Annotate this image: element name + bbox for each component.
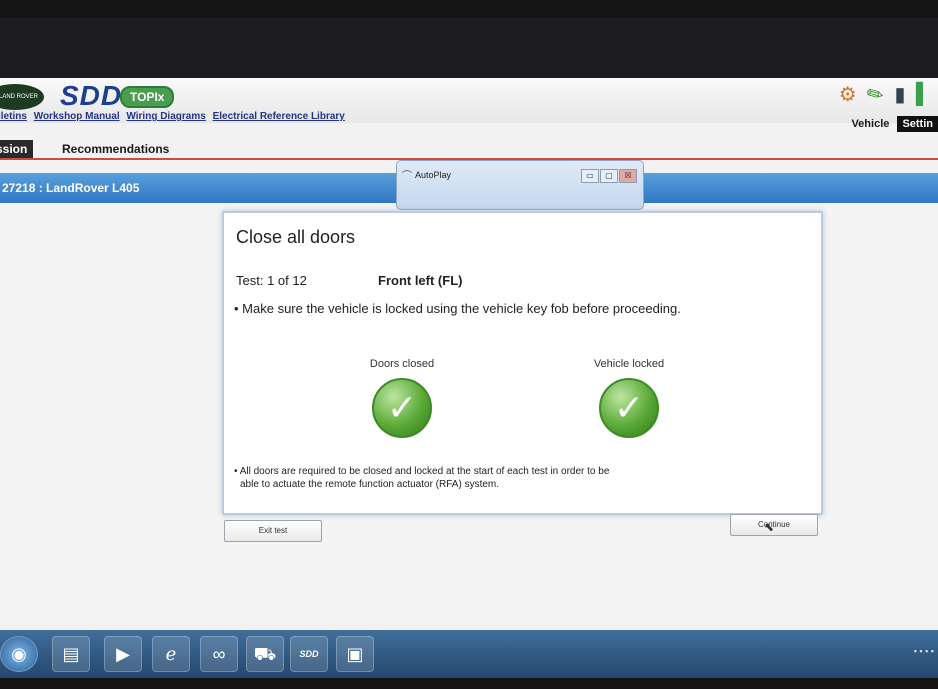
start-orb-icon[interactable]: ◉: [0, 636, 38, 672]
test-dialog: Close all doors Test: 1 of 12 Front left…: [222, 211, 823, 515]
land-rover-logo: LAND ROVER: [0, 84, 44, 110]
window-buttons: ▭ ▢ ☒: [580, 165, 637, 183]
ie-icon[interactable]: ℯ: [152, 636, 190, 672]
mouse-cursor-icon: ⬉: [764, 520, 775, 534]
tab-settings[interactable]: Settin: [897, 116, 938, 132]
close-button[interactable]: ☒: [619, 169, 637, 183]
sdd-link-icon[interactable]: ∞: [200, 636, 238, 672]
test-door-label: Front left (FL): [378, 273, 463, 288]
note-line-1: • All doors are required to be closed an…: [234, 466, 610, 477]
topix-logo[interactable]: TOPIx: [120, 86, 175, 108]
desktop-top-area: [0, 18, 938, 78]
dialog-title: Close all doors: [236, 227, 356, 247]
status-vehicle-locked: Vehicle locked ✓: [549, 358, 709, 438]
tab-session[interactable]: ssion: [0, 140, 34, 158]
check-icon: ✓: [599, 378, 659, 438]
autoplay-title: AutoPlay: [415, 170, 452, 180]
car-icon[interactable]: ⛟: [246, 636, 284, 672]
instruction-text: • Make sure the vehicle is locked using …: [234, 301, 681, 316]
exit-test-button[interactable]: Exit test: [224, 520, 322, 542]
test-counter: Test: 1 of 12: [236, 273, 307, 288]
app-header: LAND ROVER SDD TOPIx lletins Workshop Ma…: [0, 78, 938, 132]
note-text: • All doors are required to be closed an…: [234, 465, 794, 491]
status-doors-closed: Doors closed ✓: [322, 358, 482, 438]
tab-recommendations[interactable]: Recommendations: [56, 140, 175, 158]
minimize-button[interactable]: ▭: [581, 169, 599, 183]
status-label: Doors closed: [369, 358, 435, 370]
check-icon: ✓: [372, 378, 432, 438]
system-tray: ▪ ▪ ▪ ▪: [913, 646, 934, 656]
status-label: Vehicle locked: [593, 358, 665, 370]
nav-link-wiring-diagrams[interactable]: Wiring Diagrams: [126, 111, 205, 122]
nav-link-bulletins[interactable]: lletins: [0, 111, 27, 122]
explorer-icon[interactable]: ▤: [52, 636, 90, 672]
nav-link-workshop-manual[interactable]: Workshop Manual: [34, 111, 120, 122]
taskbar: ◉ ▤ ▶ ℯ ∞ ⛟ SDD ▣ ▪ ▪ ▪ ▪: [0, 630, 938, 678]
header-tabs: Vehicle Settin: [846, 116, 938, 132]
tab-vehicle[interactable]: Vehicle: [846, 116, 894, 132]
nav-link-electrical-reference-library[interactable]: Electrical Reference Library: [213, 111, 345, 122]
session-tabs: ssion Recommendations: [0, 140, 938, 160]
note-line-2: able to actuate the remote function actu…: [240, 479, 500, 490]
sdd-taskbar-button[interactable]: SDD: [290, 636, 328, 672]
maximize-button[interactable]: ▢: [600, 169, 618, 183]
header-icons: ⚙ ✎ ▮ ▌: [833, 79, 930, 109]
sdd-logo: SDD: [60, 80, 123, 111]
nav-links: lletins Workshop Manual Wiring Diagrams …: [0, 111, 349, 122]
media-icon[interactable]: ▶: [104, 636, 142, 672]
leaf-icon[interactable]: ▌: [916, 83, 930, 106]
autoplay-window[interactable]: ⌒ AutoPlay ▭ ▢ ☒: [396, 160, 644, 210]
pen-icon[interactable]: ✎: [862, 79, 889, 109]
printer-icon[interactable]: ▣: [336, 636, 374, 672]
gears-icon[interactable]: ⚙: [839, 82, 857, 107]
autoplay-icon: ⌒: [402, 171, 412, 182]
database-icon[interactable]: ▮: [894, 82, 905, 107]
laptop-screen: LAND ROVER SDD TOPIx lletins Workshop Ma…: [0, 18, 938, 678]
